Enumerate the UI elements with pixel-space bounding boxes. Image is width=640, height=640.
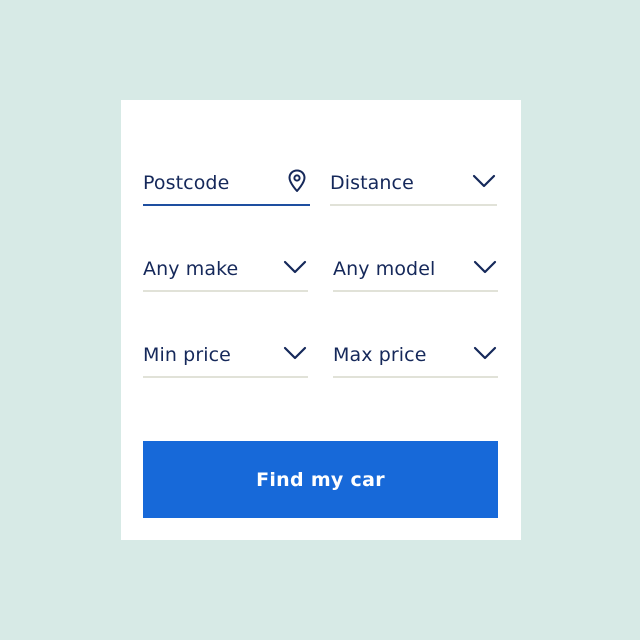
max-price-select[interactable]: Max price	[333, 330, 498, 378]
find-my-car-button[interactable]: Find my car	[143, 441, 498, 518]
postcode-input[interactable]: Postcode	[143, 158, 310, 206]
model-label: Any model	[333, 258, 436, 280]
make-label: Any make	[143, 258, 239, 280]
distance-label: Distance	[330, 172, 414, 194]
car-search-form: Postcode Distance Any make Any model Min…	[121, 100, 521, 540]
max-price-label: Max price	[333, 344, 427, 366]
postcode-label: Postcode	[143, 172, 230, 194]
min-price-label: Min price	[143, 344, 231, 366]
model-select[interactable]: Any model	[333, 244, 498, 292]
chevron-down-icon	[472, 254, 498, 280]
min-price-select[interactable]: Min price	[143, 330, 308, 378]
chevron-down-icon	[471, 168, 497, 194]
map-pin-icon[interactable]	[284, 168, 310, 194]
chevron-down-icon	[472, 340, 498, 366]
distance-select[interactable]: Distance	[330, 158, 497, 206]
chevron-down-icon	[282, 340, 308, 366]
make-select[interactable]: Any make	[143, 244, 308, 292]
chevron-down-icon	[282, 254, 308, 280]
page-background: Postcode Distance Any make Any model Min…	[0, 0, 640, 640]
